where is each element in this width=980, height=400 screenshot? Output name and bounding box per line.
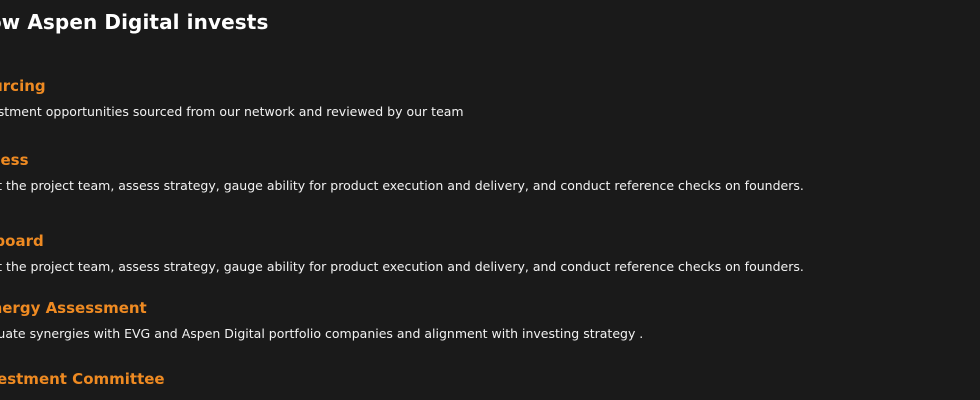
step-title: Sourcing bbox=[0, 77, 46, 95]
step-description: Meet the project team, assess strategy, … bbox=[0, 259, 804, 274]
page-title: How Aspen Digital invests bbox=[0, 10, 269, 34]
step-description: Evaluate synergies with EVG and Aspen Di… bbox=[0, 326, 644, 341]
process-step-investment-committee: Investment Committee bbox=[0, 370, 971, 388]
step-description: Meet the project team, assess strategy, … bbox=[0, 178, 804, 193]
step-title: Synergy Assessment bbox=[0, 299, 147, 317]
process-step-synergy-assessment: Synergy Assessment Evaluate synergies wi… bbox=[0, 299, 971, 342]
process-step-onboard: Onboard Meet the project team, assess st… bbox=[0, 232, 971, 275]
investment-process-page: How Aspen Digital invests Sourcing Inves… bbox=[0, 0, 980, 400]
process-step-assess: Assess Meet the project team, assess str… bbox=[0, 151, 971, 194]
step-title: Onboard bbox=[0, 232, 44, 250]
step-title: Assess bbox=[0, 151, 29, 169]
process-step-sourcing: Sourcing Investment opportunities source… bbox=[0, 77, 971, 120]
step-description: Investment opportunities sourced from ou… bbox=[0, 104, 464, 119]
step-title: Investment Committee bbox=[0, 370, 165, 388]
